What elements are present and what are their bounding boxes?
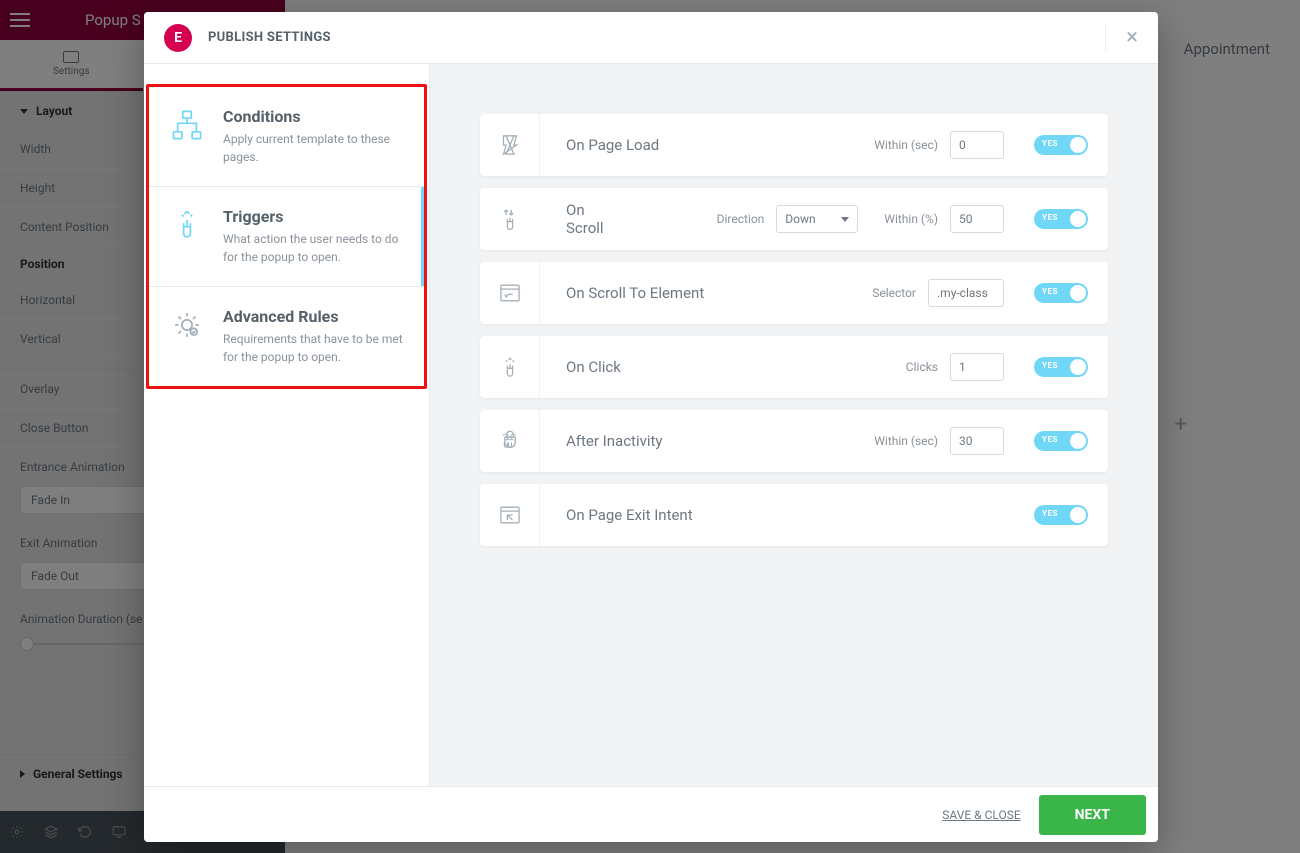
trigger-click: On Click Clicks YES bbox=[480, 336, 1108, 398]
toggle-knob bbox=[1070, 507, 1086, 523]
selector-input[interactable] bbox=[928, 279, 1004, 307]
field-label: Direction bbox=[717, 212, 765, 226]
tab-title: Triggers bbox=[223, 207, 404, 226]
toggle-exit-intent[interactable]: YES bbox=[1034, 505, 1088, 525]
field-label: Within (sec) bbox=[874, 434, 938, 448]
toggle-knob bbox=[1070, 137, 1086, 153]
field-label: Clicks bbox=[906, 360, 938, 374]
trigger-name: On Page Load bbox=[540, 136, 874, 154]
triggers-icon bbox=[169, 207, 205, 243]
save-close-link[interactable]: SAVE & CLOSE bbox=[942, 808, 1020, 822]
tab-title: Advanced Rules bbox=[223, 307, 404, 326]
clicks-input[interactable] bbox=[950, 353, 1004, 381]
trigger-inactivity: After Inactivity Within (sec) YES bbox=[480, 410, 1108, 472]
inactivity-icon bbox=[480, 410, 540, 472]
elementor-logo-icon: E bbox=[164, 24, 192, 52]
toggle-scroll[interactable]: YES bbox=[1034, 209, 1088, 229]
toggle-knob bbox=[1070, 359, 1086, 375]
scroll-percent-input[interactable] bbox=[950, 205, 1004, 233]
scroll-direction-select[interactable]: Down bbox=[776, 205, 858, 233]
trigger-exit-intent: On Page Exit Intent YES bbox=[480, 484, 1108, 546]
toggle-inactivity[interactable]: YES bbox=[1034, 431, 1088, 451]
trigger-page-load: On Page Load Within (sec) YES bbox=[480, 114, 1108, 176]
toggle-page-load[interactable]: YES bbox=[1034, 135, 1088, 155]
tab-desc: Requirements that have to be met for the… bbox=[223, 330, 404, 366]
highlight-box: Conditions Apply current template to the… bbox=[146, 84, 427, 389]
modal-footer: SAVE & CLOSE NEXT bbox=[144, 786, 1158, 842]
exit-intent-icon bbox=[480, 484, 540, 546]
page-load-icon bbox=[480, 114, 540, 176]
toggle-scroll-element[interactable]: YES bbox=[1034, 283, 1088, 303]
modal-title: PUBLISH SETTINGS bbox=[208, 30, 331, 45]
trigger-name: On Scroll To Element bbox=[540, 284, 872, 302]
conditions-icon bbox=[169, 107, 205, 143]
toggle-knob bbox=[1070, 211, 1086, 227]
next-button[interactable]: NEXT bbox=[1039, 795, 1146, 835]
trigger-name: After Inactivity bbox=[540, 432, 874, 450]
field-label: Selector bbox=[872, 286, 916, 300]
advanced-rules-icon bbox=[169, 307, 205, 343]
scroll-element-icon bbox=[480, 262, 540, 324]
close-icon[interactable]: × bbox=[1105, 25, 1138, 50]
trigger-name: On Page Exit Intent bbox=[540, 506, 1004, 524]
page-load-value-input[interactable] bbox=[950, 131, 1004, 159]
field-label: Within (%) bbox=[884, 212, 938, 226]
tab-desc: What action the user needs to do for the… bbox=[223, 230, 404, 266]
click-icon bbox=[480, 336, 540, 398]
modal-header: E PUBLISH SETTINGS × bbox=[144, 12, 1158, 64]
modal-content: On Page Load Within (sec) YES On Scroll … bbox=[430, 64, 1158, 786]
tab-title: Conditions bbox=[223, 107, 404, 126]
scroll-icon bbox=[480, 188, 540, 250]
modal-body: Conditions Apply current template to the… bbox=[144, 64, 1158, 786]
trigger-name: On Click bbox=[540, 358, 906, 376]
sidebar-tab-conditions[interactable]: Conditions Apply current template to the… bbox=[149, 87, 424, 187]
toggle-knob bbox=[1070, 285, 1086, 301]
sidebar-tab-advanced-rules[interactable]: Advanced Rules Requirements that have to… bbox=[149, 287, 424, 386]
trigger-name: On Scroll bbox=[540, 201, 610, 237]
publish-settings-modal: E PUBLISH SETTINGS × Conditions bbox=[144, 12, 1158, 842]
modal-sidebar: Conditions Apply current template to the… bbox=[144, 64, 430, 786]
sidebar-tab-triggers[interactable]: Triggers What action the user needs to d… bbox=[149, 187, 424, 287]
toggle-knob bbox=[1070, 433, 1086, 449]
tab-desc: Apply current template to these pages. bbox=[223, 130, 404, 166]
trigger-scroll: On Scroll Direction Down Within (%) YES bbox=[480, 188, 1108, 250]
trigger-scroll-element: On Scroll To Element Selector YES bbox=[480, 262, 1108, 324]
chevron-down-icon bbox=[841, 217, 849, 222]
toggle-click[interactable]: YES bbox=[1034, 357, 1088, 377]
field-label: Within (sec) bbox=[874, 138, 938, 152]
inactivity-input[interactable] bbox=[950, 427, 1004, 455]
